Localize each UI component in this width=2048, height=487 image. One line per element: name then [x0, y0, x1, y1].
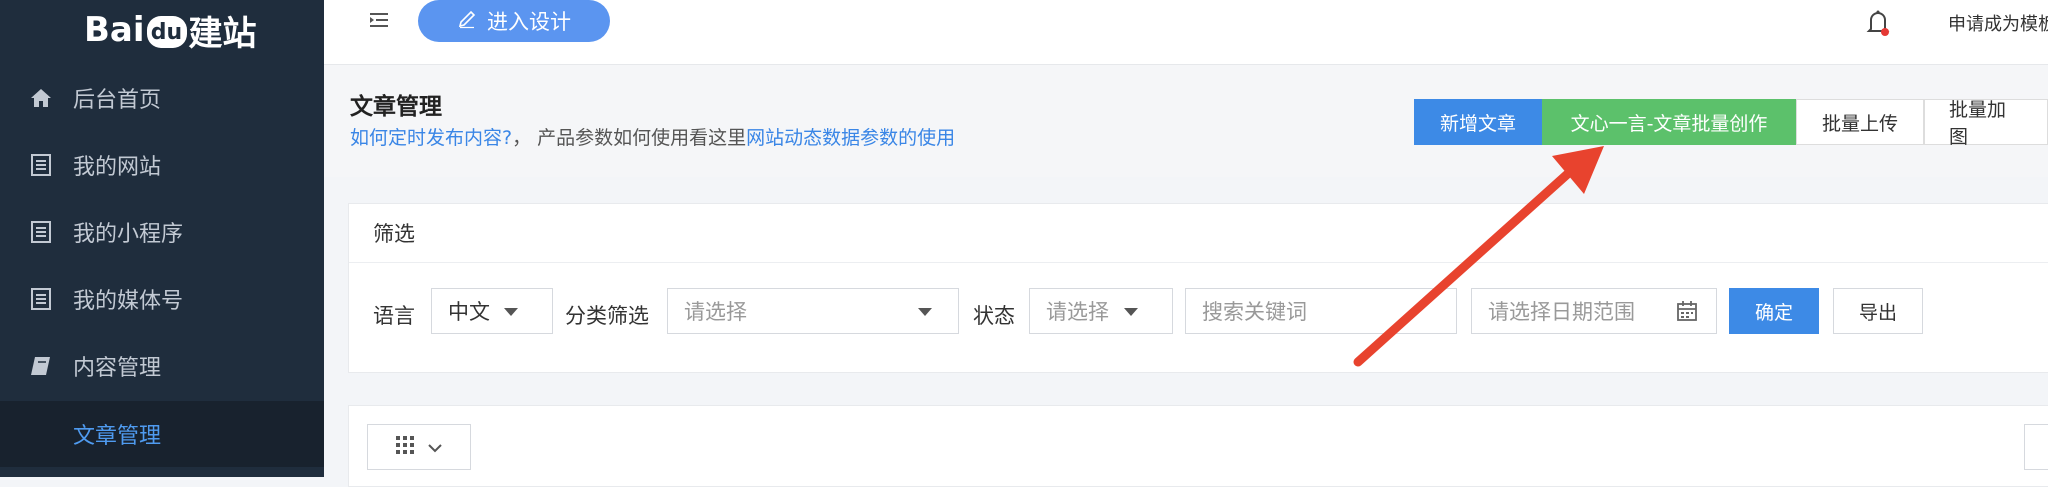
help-text: ， 产品参数如何使用看这里: [512, 127, 747, 149]
list-icon: [30, 221, 52, 243]
sidebar-item-content[interactable]: 内容管理: [0, 333, 324, 399]
sidebar-item-media[interactable]: 我的媒体号: [0, 266, 324, 332]
help-line: 如何定时发布内容?， 产品参数如何使用看这里网站动态数据参数的使用: [350, 123, 955, 150]
home-icon: [30, 87, 52, 109]
logo-text-left: Bai: [84, 10, 145, 50]
top-bar: 进入设计 申请成为模板: [324, 0, 2048, 65]
language-select[interactable]: 中文: [431, 288, 553, 334]
schedule-publish-help-link[interactable]: 如何定时发布内容?: [350, 127, 512, 149]
filter-title: 筛选: [349, 204, 2048, 263]
notification-bell-icon[interactable]: [1864, 8, 1892, 38]
status-label: 状态: [973, 304, 1015, 328]
caret-down-icon: [504, 308, 518, 316]
dynamic-params-help-link[interactable]: 网站动态数据参数的使用: [746, 127, 955, 149]
batch-add-image-button[interactable]: 批量加图: [1924, 99, 2048, 148]
batch-upload-button[interactable]: 批量上传: [1796, 99, 1924, 145]
category-placeholder: 请选择: [684, 300, 747, 324]
book-icon: [30, 355, 52, 377]
page-header: 文章管理 如何定时发布内容?， 产品参数如何使用看这里网站动态数据参数的使用 新…: [324, 65, 2048, 177]
filter-row: 语言 中文 分类筛选 请选择 状态 请选择 搜索关键词 请选择日期范围 确定 导…: [349, 288, 2048, 334]
table-tool-button[interactable]: [2024, 424, 2048, 470]
list-icon: [30, 154, 52, 176]
add-article-button[interactable]: 新增文章: [1414, 99, 1542, 145]
filter-panel: 筛选 语言 中文 分类筛选 请选择 状态 请选择 搜索关键词 请选择日期范围 确…: [348, 203, 2048, 373]
sidebar-item-my-site[interactable]: 我的网站: [0, 132, 324, 198]
menu-collapse-icon[interactable]: [368, 10, 392, 34]
list-icon: [30, 288, 52, 310]
language-label: 语言: [373, 304, 415, 328]
sidebar-item-label: 我的媒体号: [73, 289, 184, 314]
confirm-button[interactable]: 确定: [1729, 288, 1819, 334]
sidebar-item-label: 我的网站: [73, 155, 162, 180]
caret-down-icon: [1124, 308, 1138, 316]
apply-template-link[interactable]: 申请成为模板: [1948, 10, 2048, 36]
paw-logo-icon: du: [146, 16, 187, 48]
sidebar: Bai du 建站 后台首页 我的网站 我的小程序 我的媒体号 内容管理 文章管…: [0, 0, 324, 477]
language-value: 中文: [448, 300, 490, 324]
status-placeholder: 请选择: [1046, 300, 1109, 324]
sidebar-item-home[interactable]: 后台首页: [0, 65, 324, 131]
caret-down-icon: [918, 308, 932, 316]
sidebar-item-label: 我的小程序: [73, 222, 184, 247]
category-select[interactable]: 请选择: [667, 288, 959, 334]
enter-design-button[interactable]: 进入设计: [418, 0, 610, 42]
sidebar-subitem-article-management[interactable]: 文章管理: [0, 401, 324, 467]
baidu-jianzhan-logo[interactable]: Bai du 建站: [84, 6, 257, 54]
column-settings-button[interactable]: [367, 424, 471, 470]
keyword-placeholder: 搜索关键词: [1202, 300, 1307, 324]
export-button[interactable]: 导出: [1833, 288, 1923, 334]
category-label: 分类筛选: [565, 304, 649, 328]
sidebar-item-label: 内容管理: [73, 356, 162, 381]
article-table-panel: [348, 405, 2048, 487]
page-title: 文章管理: [350, 94, 442, 120]
sidebar-item-label: 后台首页: [73, 88, 162, 113]
pencil-icon: [457, 9, 477, 34]
ai-batch-create-button[interactable]: 文心一言-文章批量创作: [1542, 99, 1796, 145]
keyword-search-input[interactable]: 搜索关键词: [1185, 288, 1457, 334]
date-range-picker[interactable]: 请选择日期范围: [1471, 288, 1717, 334]
enter-design-label: 进入设计: [487, 10, 571, 34]
status-select[interactable]: 请选择: [1029, 288, 1173, 334]
grid-icon: [396, 436, 414, 458]
sidebar-item-mini-program[interactable]: 我的小程序: [0, 199, 324, 265]
date-placeholder: 请选择日期范围: [1488, 300, 1635, 324]
calendar-icon: [1676, 300, 1698, 327]
sidebar-subitem-label: 文章管理: [73, 424, 162, 449]
logo-text-right: 建站: [188, 13, 257, 54]
chevron-down-icon: [428, 438, 442, 457]
action-button-group: 新增文章 文心一言-文章批量创作 批量上传 批量加图: [1414, 99, 2048, 148]
